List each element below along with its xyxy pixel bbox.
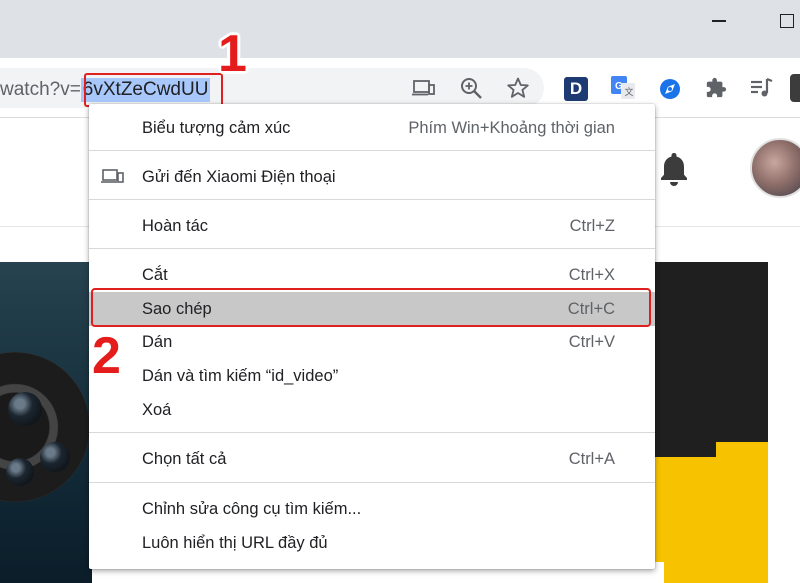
white-stripe bbox=[654, 562, 664, 583]
menu-item-delete[interactable]: Xoá bbox=[89, 394, 655, 426]
url-annotation-box bbox=[84, 73, 223, 107]
puzzle-extensions-icon[interactable] bbox=[703, 75, 729, 101]
menu-item-undo[interactable]: Hoàn tác Ctrl+Z bbox=[89, 210, 655, 242]
devices-icon bbox=[101, 168, 125, 186]
menu-item-shortcut: Ctrl+Z bbox=[569, 217, 615, 235]
menu-item-send-to-device[interactable]: Gửi đến Xiaomi Điện thoại bbox=[89, 161, 655, 193]
menu-item-shortcut: Phím Win+Khoảng thời gian bbox=[408, 119, 615, 137]
menu-item-label: Chọn tất cả bbox=[142, 450, 227, 468]
menu-item-shortcut: Ctrl+A bbox=[568, 450, 615, 468]
menu-item-emoji[interactable]: Biểu tượng cảm xúc Phím Win+Khoảng thời … bbox=[89, 112, 655, 144]
menu-item-label: Luôn hiển thị URL đầy đủ bbox=[142, 534, 328, 552]
menu-divider bbox=[89, 248, 655, 249]
video-thumbnail-left[interactable] bbox=[0, 262, 92, 583]
step-1-marker: 1 bbox=[218, 25, 247, 83]
menu-item-select-all[interactable]: Chọn tất cả Ctrl+A bbox=[89, 443, 655, 475]
copy-annotation-box bbox=[91, 288, 651, 327]
menu-item-shortcut: Ctrl+X bbox=[568, 266, 615, 284]
bookmark-star-icon[interactable] bbox=[504, 75, 532, 101]
extension-compass-icon[interactable] bbox=[657, 76, 683, 102]
maximize-button[interactable] bbox=[780, 14, 794, 28]
media-control-icon[interactable] bbox=[748, 75, 774, 101]
menu-item-cut[interactable]: Cắt Ctrl+X bbox=[89, 259, 655, 291]
profile-avatar-partial[interactable] bbox=[790, 74, 800, 102]
menu-item-paste[interactable]: Dán Ctrl+V bbox=[89, 326, 655, 358]
svg-text:G: G bbox=[615, 81, 623, 92]
menu-item-label: Dán và tìm kiếm “id_video” bbox=[142, 367, 339, 385]
menu-item-always-show-full-url[interactable]: Luôn hiển thị URL đầy đủ bbox=[89, 527, 655, 559]
menu-item-label: Hoàn tác bbox=[142, 217, 209, 235]
menu-item-label: Cắt bbox=[142, 266, 168, 284]
menu-item-label: Biểu tượng cảm xúc bbox=[142, 119, 291, 137]
video-thumbnail-right[interactable] bbox=[654, 262, 768, 583]
menu-divider bbox=[89, 150, 655, 151]
camera-lens-image bbox=[40, 442, 70, 472]
menu-item-label: Gửi đến Xiaomi Điện thoại bbox=[142, 168, 336, 186]
menu-item-label: Dán bbox=[142, 333, 173, 351]
svg-text:文: 文 bbox=[625, 86, 634, 97]
menu-item-paste-and-search[interactable]: Dán và tìm kiếm “id_video” bbox=[89, 360, 655, 392]
context-menu: Biểu tượng cảm xúc Phím Win+Khoảng thời … bbox=[89, 104, 655, 569]
extension-d-letter: D bbox=[569, 79, 583, 98]
menu-divider bbox=[89, 432, 655, 433]
camera-lens-image bbox=[6, 458, 34, 486]
menu-item-label: Chỉnh sửa công cụ tìm kiếm... bbox=[142, 500, 362, 518]
extension-d-icon[interactable]: D bbox=[564, 77, 588, 101]
bell-icon[interactable] bbox=[658, 150, 690, 188]
yellow-shape bbox=[716, 442, 768, 462]
camera-lens-image bbox=[8, 392, 42, 426]
menu-divider bbox=[89, 199, 655, 200]
menu-item-shortcut: Ctrl+V bbox=[568, 333, 615, 351]
menu-item-label: Xoá bbox=[142, 401, 172, 419]
url-prefix: watch?v= bbox=[0, 79, 81, 100]
window-title-bar bbox=[0, 0, 800, 58]
menu-divider bbox=[89, 482, 655, 483]
minimize-button[interactable] bbox=[712, 20, 726, 22]
yellow-shape bbox=[654, 457, 768, 583]
menu-item-edit-search-engines[interactable]: Chỉnh sửa công cụ tìm kiếm... bbox=[89, 493, 655, 525]
zoom-icon[interactable] bbox=[457, 75, 485, 101]
cast-icon[interactable] bbox=[410, 76, 438, 100]
step-2-marker: 2 bbox=[92, 327, 121, 385]
google-translate-icon[interactable]: G文 bbox=[609, 74, 637, 102]
